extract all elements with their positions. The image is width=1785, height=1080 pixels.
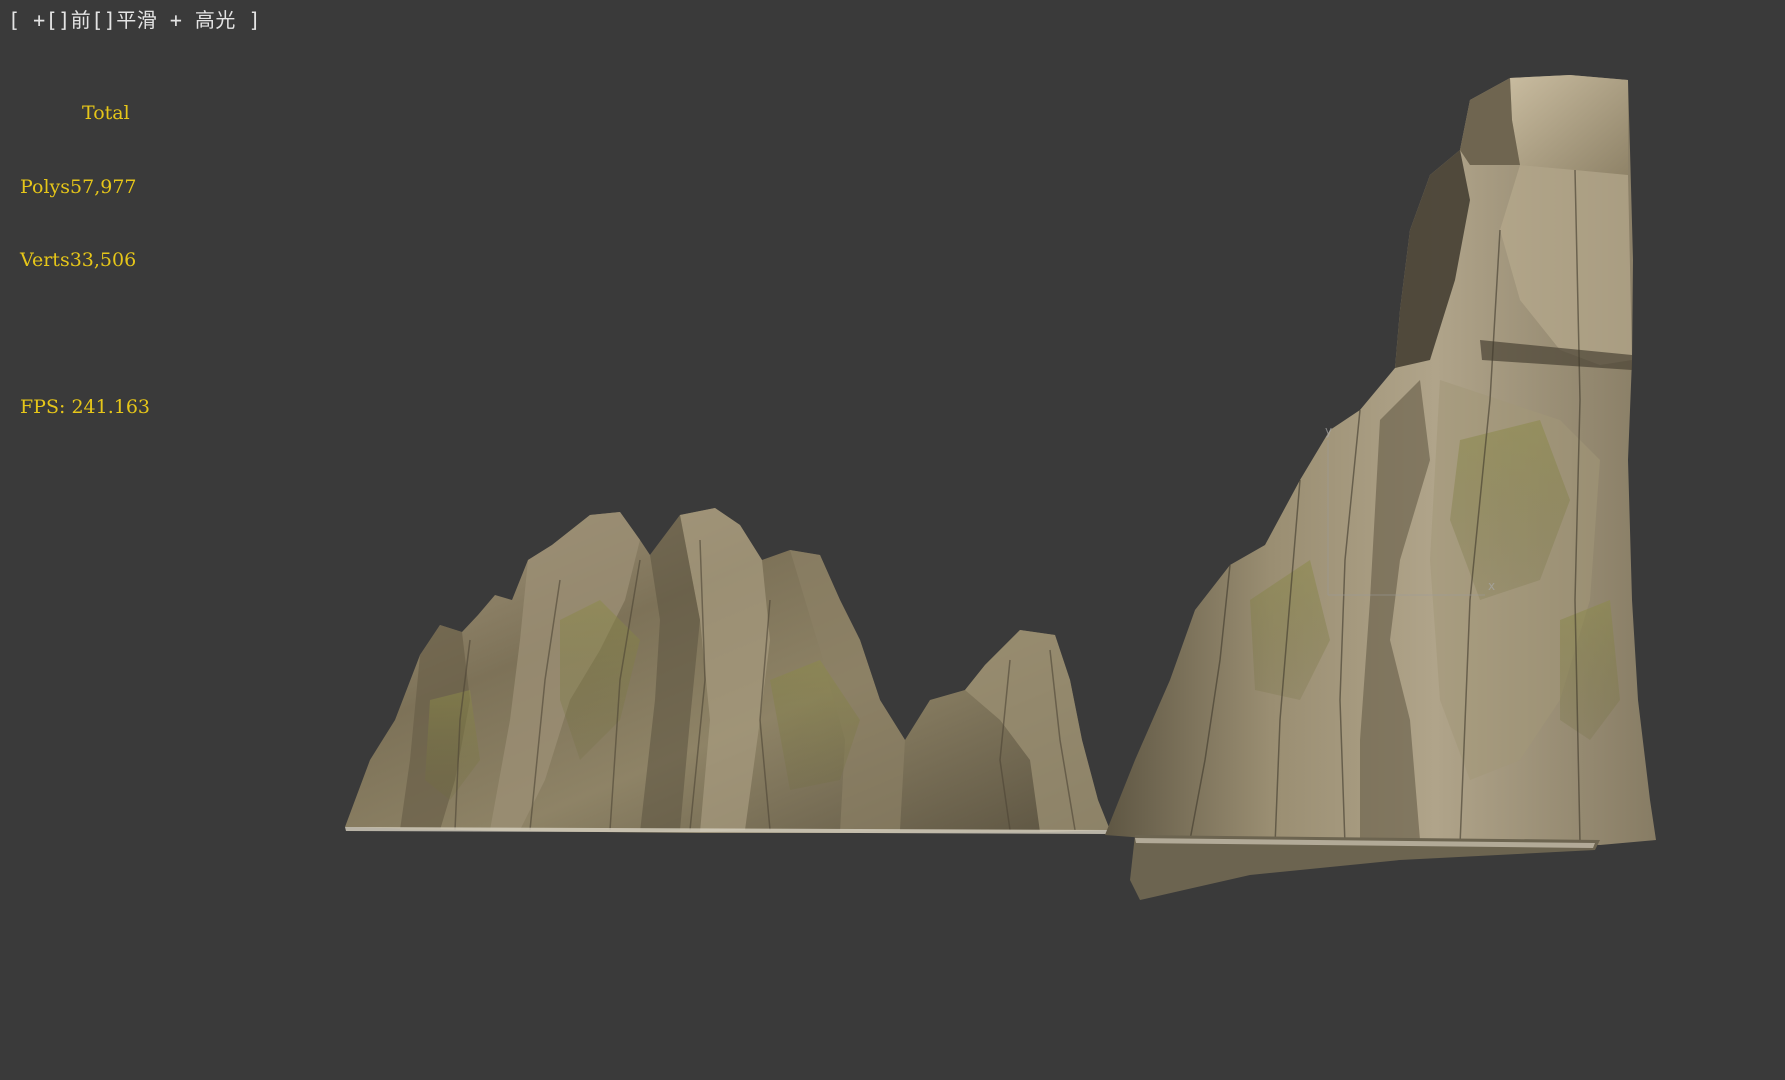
stats-spacer xyxy=(20,322,150,347)
gizmo-y-axis-label: y xyxy=(1325,424,1332,438)
viewport-label-menu[interactable]: [ +[]前[]平滑 + 高光 ] xyxy=(8,4,261,33)
stats-fps-label: FPS: xyxy=(20,396,66,418)
stats-verts-row: Verts33,506 xyxy=(20,248,150,273)
stats-fps-value: 241.163 xyxy=(71,396,151,418)
rock-pillar-right[interactable]: y x xyxy=(1105,75,1656,900)
stats-verts-label: Verts xyxy=(20,249,70,271)
stats-verts-value: 33,506 xyxy=(69,249,137,271)
viewport-statistics: Total Polys57,977 Verts33,506 FPS: 241.1… xyxy=(20,52,150,469)
stats-fps-row: FPS: 241.163 xyxy=(20,395,150,420)
stats-polys-label: Polys xyxy=(20,175,71,198)
viewport-scene[interactable]: y x xyxy=(0,0,1785,1080)
3d-viewport[interactable]: y x [ +[]前[]平滑 + 高光 ] Total Polys57,977 … xyxy=(0,0,1785,1080)
gizmo-x-axis-label: x xyxy=(1488,579,1495,593)
rock-cluster-left[interactable] xyxy=(345,508,1110,834)
rock-pillar-top xyxy=(1510,75,1628,175)
stats-polys-value: 57,977 xyxy=(70,175,137,198)
stats-polys-row: Polys57,977 xyxy=(20,175,150,200)
stats-total-label: Total xyxy=(82,102,130,124)
